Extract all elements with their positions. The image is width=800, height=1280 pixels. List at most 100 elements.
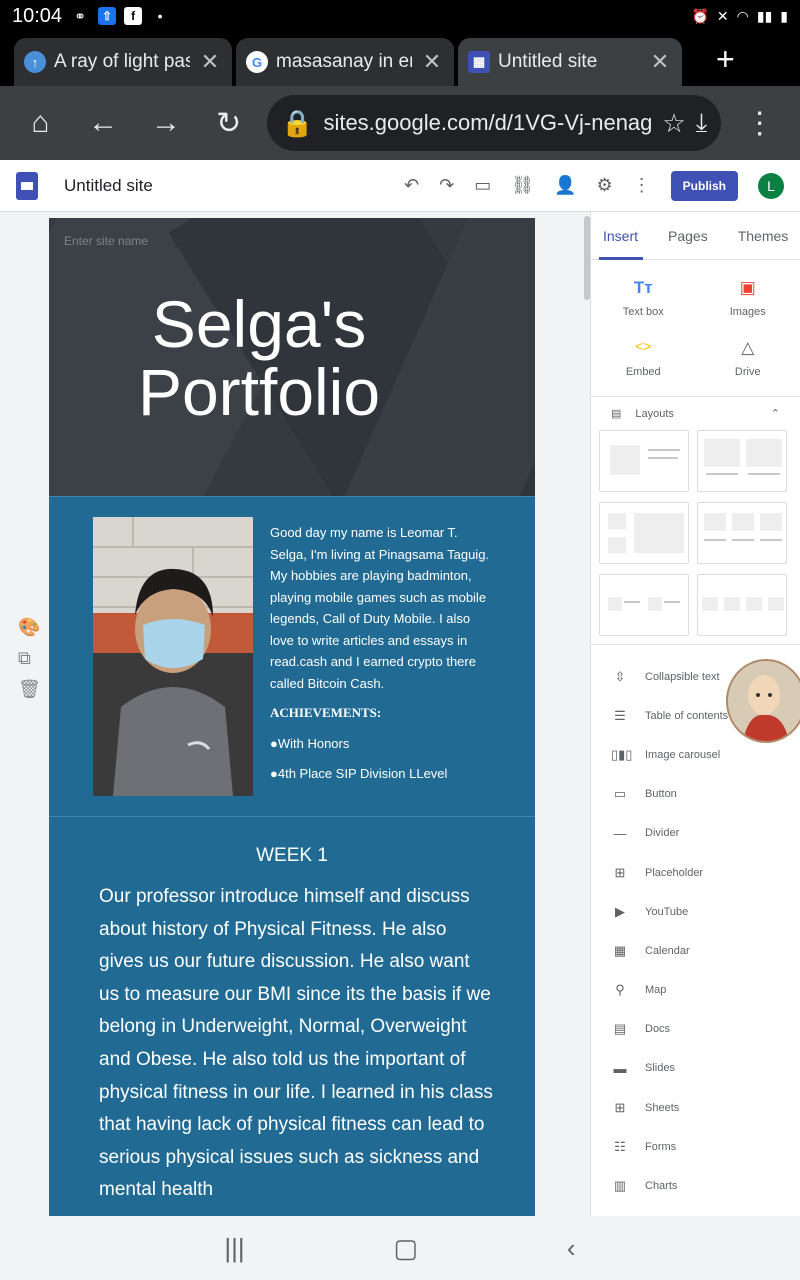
item-label: Charts: [645, 1180, 678, 1193]
item-label: Docs: [645, 1023, 671, 1036]
collapse-chevron-icon[interactable]: ⌃: [771, 407, 780, 420]
close-icon[interactable]: ✕: [420, 49, 444, 75]
insert-calendar[interactable]: ▦ Calendar: [591, 931, 800, 970]
insert-text-box-button[interactable]: Tт Text box: [591, 278, 696, 318]
layout-option[interactable]: [599, 502, 689, 564]
preview-devices-icon[interactable]: ▭: [474, 175, 491, 196]
url-text[interactable]: sites.google.com/d/1VG-Vj-nenag: [323, 110, 652, 136]
close-icon[interactable]: ✕: [198, 49, 222, 75]
alarm-icon: ⏰: [691, 7, 709, 24]
layout-option[interactable]: [599, 430, 689, 492]
tab-themes[interactable]: Themes: [738, 228, 789, 244]
insert-drive-button[interactable]: △ Drive: [696, 338, 800, 378]
insert-divider[interactable]: — Divider: [591, 814, 800, 853]
achievement-item: ●With Honors: [270, 735, 350, 751]
settings-gear-icon[interactable]: ⚙: [597, 175, 613, 196]
editor-canvas: 🎨 ⧉ 🗑 ⠿ Enter site name Selga's Portfoli…: [0, 212, 590, 1216]
title-line-1: Selga's: [151, 287, 367, 361]
sites-icon: ▦: [468, 51, 490, 73]
layouts-header[interactable]: ▤ Layouts ⌃: [591, 397, 800, 430]
reload-icon[interactable]: ↻: [204, 98, 253, 148]
header-banner[interactable]: Enter site name Selga's Portfolio: [49, 218, 535, 496]
layout-option[interactable]: [697, 430, 787, 492]
achievement-item: ●4th Place SIP Division LLevel: [270, 766, 448, 781]
youtube-icon: ▶: [615, 903, 625, 919]
calendar-icon: ▦: [613, 942, 627, 958]
insert-quick-grid: Tт Text box ▣ Images <> Embed △ Drive: [591, 260, 800, 397]
site-name-placeholder[interactable]: Enter site name: [64, 234, 148, 248]
floating-chat-head[interactable]: [726, 659, 800, 743]
insert-button[interactable]: ▭ Button: [591, 775, 800, 814]
insert-map[interactable]: ⚲ Map: [591, 971, 800, 1010]
carousel-icon: ▯▮▯: [611, 746, 633, 762]
page-title[interactable]: Selga's Portfolio: [49, 290, 469, 426]
insert-slides[interactable]: ▬ Slides: [591, 1049, 800, 1088]
insert-embed-button[interactable]: <> Embed: [591, 338, 696, 378]
recent-apps-icon[interactable]: |||: [224, 1233, 244, 1264]
download-icon[interactable]: ⤓: [696, 107, 708, 139]
insert-label: Text box: [622, 306, 664, 318]
insert-images-button[interactable]: ▣ Images: [696, 278, 800, 318]
home-icon[interactable]: ⌂: [16, 98, 65, 148]
insert-forms[interactable]: ☷ Forms: [591, 1127, 800, 1166]
tab-google[interactable]: G masasanay in en ✕: [236, 38, 454, 86]
bio-text-box[interactable]: Good day my name is Leomar T. Selga, I'm…: [270, 522, 490, 785]
new-tab-button[interactable]: +: [716, 41, 735, 78]
menu-icon[interactable]: ⋮: [735, 98, 784, 148]
app-notification-icon: ⇧: [98, 7, 117, 25]
insert-placeholder[interactable]: ⊞ Placeholder: [591, 853, 800, 892]
layouts-grid: [591, 430, 800, 645]
week-body: Our professor introduce himself and disc…: [99, 886, 493, 1201]
sites-toolbar: Untitled site ↶ ↷ ▭ ⛓ 👤 ⚙ ⋮ Publish L: [0, 160, 800, 212]
back-icon[interactable]: ←: [79, 98, 128, 148]
home-button-icon[interactable]: ▢: [394, 1233, 419, 1264]
tab-title: A ray of light pass: [54, 51, 190, 72]
palette-icon[interactable]: 🎨: [18, 617, 41, 638]
tab-insert[interactable]: Insert: [603, 228, 638, 244]
duplicate-icon[interactable]: ⧉: [18, 648, 41, 669]
share-icon[interactable]: 👤: [554, 175, 576, 196]
forms-icon: ☷: [614, 1138, 626, 1154]
signal-icon: ▮▮: [756, 7, 773, 24]
item-label: Placeholder: [645, 866, 704, 879]
redo-icon[interactable]: ↷: [439, 175, 454, 196]
docs-icon: ▤: [613, 1021, 627, 1037]
avatar[interactable]: L: [758, 172, 784, 199]
upload-arrow-icon: ↑: [24, 51, 46, 73]
week-section[interactable]: WEEK 1 Our professor introduce himself a…: [49, 816, 535, 1216]
sheets-icon: ⊞: [614, 1099, 626, 1115]
divider-icon: —: [613, 825, 627, 841]
tab-untitled-site[interactable]: ▦ Untitled site ✕: [458, 38, 682, 86]
tab-pages[interactable]: Pages: [668, 228, 708, 244]
google-sites-logo-icon[interactable]: [16, 171, 38, 200]
item-label: YouTube: [645, 905, 689, 918]
layout-option[interactable]: [697, 574, 787, 636]
drive-icon: △: [741, 338, 755, 357]
tab-title: Untitled site: [498, 51, 598, 72]
system-back-icon[interactable]: ‹: [567, 1233, 576, 1264]
insert-charts[interactable]: ▥ Charts: [591, 1166, 800, 1205]
insert-docs[interactable]: ▤ Docs: [591, 1010, 800, 1049]
insert-youtube[interactable]: ▶ YouTube: [591, 892, 800, 931]
lock-icon: 🔒: [281, 107, 314, 138]
forward-icon[interactable]: →: [142, 98, 191, 148]
tab-ray-of-light[interactable]: ↑ A ray of light pass ✕: [14, 38, 232, 86]
site-page: Enter site name Selga's Portfolio Good d…: [49, 218, 535, 1216]
site-title[interactable]: Untitled site: [64, 176, 153, 196]
publish-button[interactable]: Publish: [670, 170, 738, 201]
item-label: Button: [645, 788, 677, 801]
profile-photo[interactable]: [93, 517, 253, 796]
link-icon[interactable]: ⛓: [511, 175, 534, 196]
layout-option[interactable]: [599, 574, 689, 636]
intro-section[interactable]: Good day my name is Leomar T. Selga, I'm…: [49, 496, 535, 816]
undo-icon[interactable]: ↶: [404, 175, 419, 196]
delete-icon[interactable]: 🗑: [18, 679, 41, 700]
more-options-icon[interactable]: ⋮: [633, 175, 651, 196]
layout-option[interactable]: [697, 502, 787, 564]
star-icon[interactable]: ☆: [662, 108, 685, 139]
close-icon[interactable]: ✕: [648, 49, 672, 75]
insert-sheets[interactable]: ⊞ Sheets: [591, 1088, 800, 1127]
panel-tabs: Insert Pages Themes: [591, 212, 800, 260]
address-bar[interactable]: 🔒 sites.google.com/d/1VG-Vj-nenag ☆ ⤓: [267, 95, 722, 151]
slides-icon: ▬: [613, 1060, 627, 1076]
